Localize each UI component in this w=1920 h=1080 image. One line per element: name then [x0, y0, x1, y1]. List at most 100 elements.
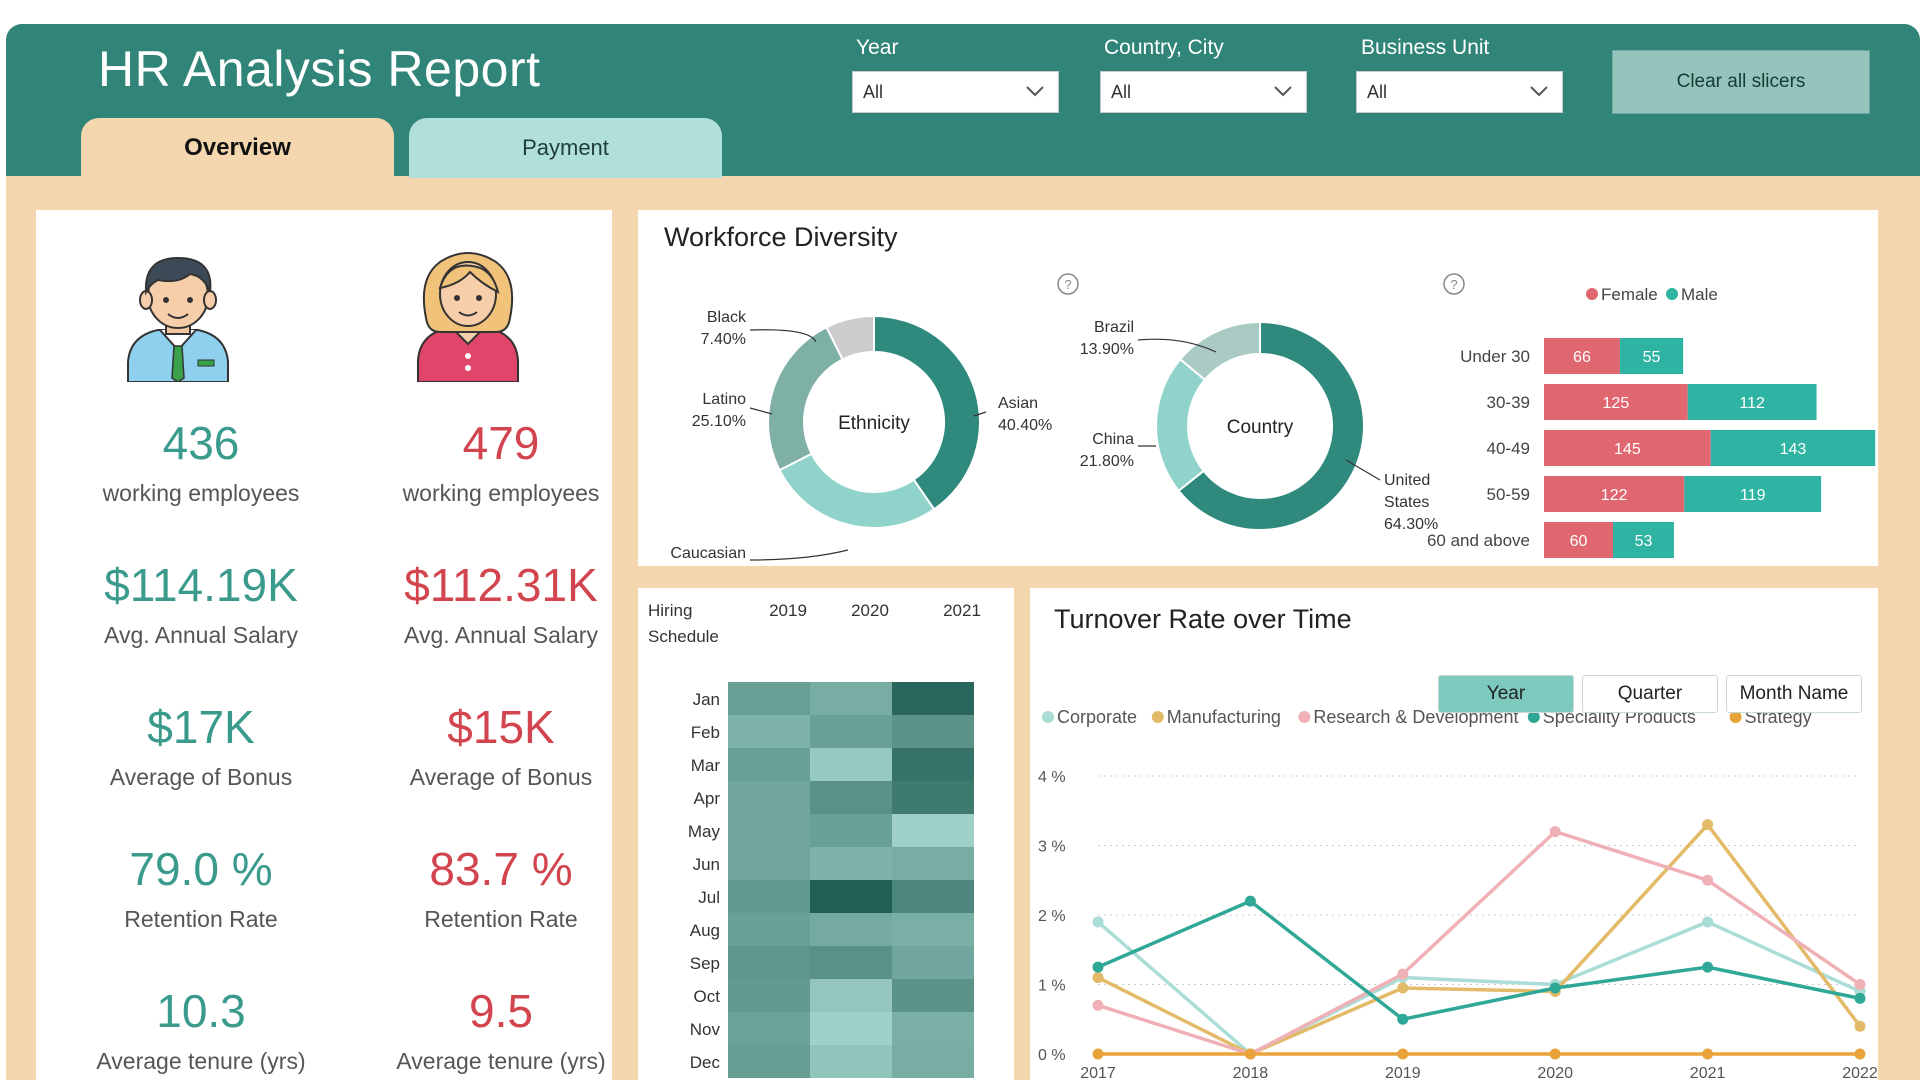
male-tenure-kpi: 10.3 Average tenure (yrs) — [51, 988, 351, 1075]
quarter-toggle-button[interactable]: Quarter — [1582, 675, 1718, 713]
heatmap-month-label: Dec — [690, 1053, 721, 1072]
female-bonus-label: Average of Bonus — [409, 764, 593, 790]
business-unit-slicer[interactable]: All — [1356, 71, 1563, 113]
month-name-toggle-button[interactable]: Month Name — [1726, 675, 1862, 713]
heatmap-cell — [810, 748, 892, 781]
male-count-label: working employees — [102, 480, 300, 506]
age-category-label: 50-59 — [1487, 485, 1530, 504]
tab-overview[interactable]: Overview — [81, 118, 394, 178]
heatmap-month-label: May — [688, 822, 721, 841]
heatmap-year-label: 2021 — [943, 601, 981, 620]
donut-data-label: Latino — [702, 391, 746, 408]
female-retention-label: Retention Rate — [424, 906, 578, 932]
female-salary-kpi: $112.31K Avg. Annual Salary — [351, 562, 651, 649]
donut-slice-latino — [767, 325, 844, 472]
heatmap-cell — [810, 682, 892, 715]
donut-center-label: Country — [1227, 417, 1294, 438]
series-point — [1244, 1048, 1256, 1060]
series-point — [1854, 1048, 1866, 1060]
heatmap-cell — [728, 715, 810, 748]
female-salary-label: Avg. Annual Salary — [404, 622, 598, 648]
legend-marker — [1298, 711, 1311, 723]
series-point — [1092, 999, 1104, 1011]
legend-label: Manufacturing — [1167, 707, 1281, 727]
donut-slice-china — [1155, 357, 1207, 493]
chevron-down-icon — [1530, 86, 1548, 97]
heatmap-cell — [892, 748, 974, 781]
donut-slice-caucasian — [778, 452, 936, 529]
male-retention-value: 79.0 % — [129, 843, 273, 895]
legend-label-male: Male — [1681, 285, 1718, 304]
heatmap-cell — [728, 979, 810, 1012]
heatmap-year-label: 2019 — [769, 601, 807, 620]
heatmap-title: Schedule — [648, 627, 719, 646]
heatmap-month-label: Jun — [693, 855, 720, 874]
female-bonus-kpi: $15K Average of Bonus — [351, 704, 651, 791]
heatmap-month-label: Apr — [694, 789, 721, 808]
series-point — [1702, 819, 1714, 831]
heatmap-cell — [892, 1045, 974, 1078]
x-tick-label: 2020 — [1537, 1065, 1573, 1080]
country-slicer-value: All — [1111, 81, 1132, 102]
x-tick-label: 2019 — [1385, 1065, 1421, 1080]
male-bonus-label: Average of Bonus — [109, 764, 293, 790]
female-count-value: 479 — [462, 417, 540, 469]
female-tenure-label: Average tenure (yrs) — [396, 1048, 606, 1074]
business-unit-slicer-label: Business Unit — [1361, 36, 1490, 59]
heatmap-cell — [728, 913, 810, 946]
series-point — [1397, 1048, 1409, 1060]
heatmap-cell — [810, 715, 892, 748]
country-slicer[interactable]: All — [1100, 71, 1307, 113]
tab-payment[interactable]: Payment — [409, 118, 722, 178]
heatmap-cell — [728, 946, 810, 979]
age-category-label: 30-39 — [1487, 393, 1530, 412]
male-bonus-value: $17K — [147, 701, 255, 753]
bar-value-label: 55 — [1643, 349, 1661, 366]
country-slicer-label: Country, City — [1104, 36, 1224, 59]
donut-data-label: Brazil — [1094, 319, 1134, 336]
female-tenure-value: 9.5 — [469, 985, 533, 1037]
donut-data-label: 25.10% — [692, 413, 746, 430]
series-point — [1397, 982, 1409, 994]
male-salary-kpi: $114.19K Avg. Annual Salary — [51, 562, 351, 649]
heatmap-cell — [892, 979, 974, 1012]
female-retention-value: 83.7 % — [429, 843, 573, 895]
hiring-heatmap: Hiring Schedule 2019 2020 2021 Jan Feb Mar Apr Ma… — [648, 601, 981, 1078]
heatmap-cell — [810, 1045, 892, 1078]
series-point — [1854, 1020, 1866, 1032]
year-slicer[interactable]: All — [852, 71, 1059, 113]
donut-data-label: Caucasian — [670, 545, 746, 562]
series-point — [1092, 916, 1104, 928]
heatmap-cell — [810, 880, 892, 913]
heatmap-cell — [728, 682, 810, 715]
female-count-label: working employees — [402, 480, 600, 506]
legend-marker-female — [1586, 288, 1598, 300]
help-icon-glyph: ? — [1450, 277, 1457, 292]
male-employee-icon — [127, 256, 229, 382]
year-toggle-button[interactable]: Year — [1438, 675, 1574, 713]
heatmap-month-label: Aug — [690, 921, 720, 940]
series-point — [1397, 968, 1409, 980]
turnover-panel: Turnover Rate over Time Corporate Manufac… — [1030, 588, 1878, 1080]
heatmap-cell — [810, 913, 892, 946]
series-line — [1097, 899, 1861, 1022]
heatmap-month-label: Mar — [691, 756, 721, 775]
donut-data-label: 7.40% — [701, 331, 746, 348]
y-tick-label: 3 % — [1038, 839, 1066, 856]
diversity-charts: EthnicityAsian40.40%Caucasian27.10%Latin… — [670, 273, 1876, 562]
legend-marker-male — [1666, 288, 1678, 300]
series-point — [1092, 961, 1104, 973]
heatmap-cell — [892, 913, 974, 946]
series-point — [1702, 1048, 1714, 1060]
series-point — [1397, 1013, 1409, 1025]
report-frame: HR Analysis Report Year All Country, Cit… — [6, 24, 1920, 1080]
clear-slicers-button[interactable]: Clear all slicers — [1612, 50, 1870, 114]
x-tick-label: 2022 — [1842, 1065, 1878, 1080]
female-employee-icon — [417, 252, 519, 382]
legend-label: Corporate — [1057, 707, 1137, 727]
heatmap-cell — [728, 814, 810, 847]
business-unit-slicer-value: All — [1367, 81, 1388, 102]
bar-value-label: 60 — [1570, 533, 1588, 550]
header: HR Analysis Report Year All Country, Cit… — [6, 24, 1920, 178]
heatmap-cell — [892, 946, 974, 979]
